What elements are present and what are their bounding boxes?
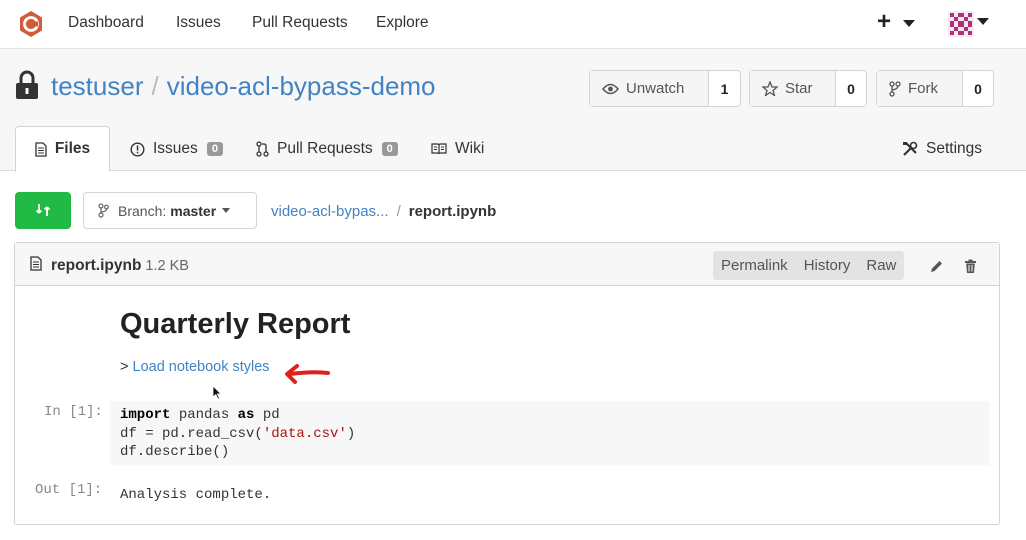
repo-owner-link[interactable]: testuser [51,71,144,101]
file-actions-group: Permalink History Raw [713,251,905,280]
git-pull-request-icon [256,141,269,157]
branch-dropdown-caret-icon [222,208,231,213]
eye-icon [602,83,619,94]
code-cell: import pandas as pd df = pd.read_csv('da… [110,401,989,465]
book-icon [431,143,447,155]
tab-wiki-label: Wiki [455,140,485,157]
top-navbar: Dashboard Issues Pull Requests Explore + [0,0,1026,49]
file-name: report.ipynb 1.2 KB [51,257,189,275]
breadcrumb-separator: / [396,203,401,220]
issues-count-badge: 0 [206,142,223,156]
create-plus-button[interactable]: + [877,8,891,36]
file-text-icon [35,141,47,157]
tab-files[interactable]: Files [15,126,110,172]
breadcrumb-current-file: report.ipynb [408,203,497,220]
trash-icon[interactable] [964,259,977,274]
red-arrow-annotation [285,364,330,384]
gitea-logo-icon[interactable] [17,10,45,38]
cell-output: Analysis complete. [120,487,272,503]
repo-name-link[interactable]: video-acl-bypass-demo [167,71,436,101]
output-prompt: Out [1]: [35,482,103,498]
permalink-button[interactable]: Permalink [713,257,796,274]
fork-label: Fork [908,80,938,97]
tab-issues[interactable]: Issues 0 [130,126,223,172]
fork-button-group: Fork 0 [876,70,994,107]
create-dropdown-caret-icon[interactable] [903,20,915,27]
notebook-title: Quarterly Report [120,308,351,340]
branch-name: master [170,202,217,219]
star-icon [762,81,778,96]
compare-icon [35,204,51,216]
tools-icon [903,141,918,156]
branch-prefix: Branch: [118,202,167,219]
file-header: report.ipynb 1.2 KB Permalink History Raw [15,243,999,286]
nav-dashboard[interactable]: Dashboard [68,14,144,32]
user-avatar[interactable] [948,11,974,37]
star-label: Star [785,80,813,97]
unwatch-button-group: Unwatch 1 [589,70,741,107]
tab-settings-label: Settings [926,140,983,157]
tab-pull-requests[interactable]: Pull Requests 0 [256,126,398,172]
unwatch-label: Unwatch [626,80,685,97]
star-button-group: Star 0 [749,70,867,107]
repo-title: testuser / video-acl-bypass-demo [51,71,436,102]
star-button[interactable]: Star [750,71,836,106]
breadcrumb-repo-link[interactable]: video-acl-bypas... [271,203,389,220]
tab-settings[interactable]: Settings [902,126,982,172]
tab-files-label: Files [54,140,91,157]
load-notebook-styles-link[interactable]: Load notebook styles [133,359,270,375]
nav-issues[interactable]: Issues [176,14,221,32]
file-size: 1.2 KB [145,258,189,274]
stars-count[interactable]: 0 [836,71,866,106]
input-prompt: In [1]: [44,404,103,420]
issue-opened-icon [130,141,145,157]
nav-pull-requests[interactable]: Pull Requests [252,14,348,32]
load-styles-line: > Load notebook styles [120,359,270,375]
fork-button[interactable]: Fork [877,71,963,106]
git-branch-icon [98,203,109,218]
compare-button[interactable] [15,192,71,229]
repo-title-separator: / [151,71,159,101]
unwatch-button[interactable]: Unwatch [590,71,709,106]
breadcrumb: video-acl-bypas... / report.ipynb [271,203,496,220]
tab-issues-label: Issues [153,140,198,157]
tab-wiki[interactable]: Wiki [431,126,484,172]
lock-icon [16,70,38,99]
raw-button[interactable]: Raw [858,257,904,274]
watchers-count[interactable]: 1 [709,71,740,106]
history-button[interactable]: History [796,257,859,274]
pencil-icon[interactable] [929,259,944,274]
file-viewer: report.ipynb 1.2 KB Permalink History Raw [14,242,1000,525]
forks-count[interactable]: 0 [963,71,993,106]
mouse-cursor-icon [212,385,222,400]
load-styles-prefix: > [120,359,129,375]
nav-explore[interactable]: Explore [376,14,429,32]
code-block: import pandas as pd df = pd.read_csv('da… [120,407,356,460]
pull-requests-count-badge: 0 [381,142,398,156]
fork-icon [889,80,901,97]
file-name-text: report.ipynb [51,257,142,274]
file-text-icon [30,256,42,271]
user-dropdown-caret-icon[interactable] [977,18,989,25]
tab-pull-requests-label: Pull Requests [277,140,373,157]
branch-selector[interactable]: Branch: master [83,192,257,229]
